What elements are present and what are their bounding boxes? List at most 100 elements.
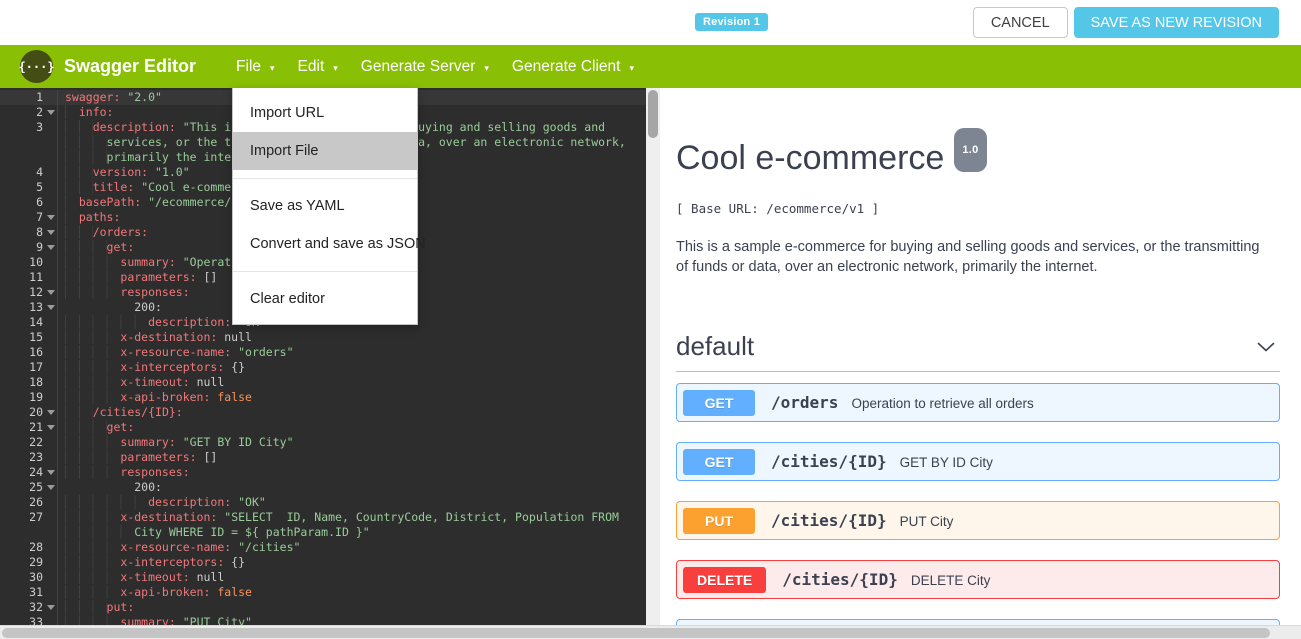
line-number-gutter: 1 (0, 90, 58, 105)
editor-line-21[interactable]: 21 get: (0, 420, 646, 435)
operation-row-put-cities-id[interactable]: PUT/cities/{ID}PUT City (676, 501, 1280, 540)
token-plain (65, 435, 120, 449)
editor-line-16[interactable]: 16 x-resource-name: "orders" (0, 345, 646, 360)
fold-toggle-icon[interactable] (44, 425, 57, 430)
line-number: 3 (0, 120, 44, 135)
fold-toggle-icon[interactable] (44, 485, 57, 490)
menu-generate-server[interactable]: Generate Server ▾ (361, 58, 489, 76)
token-key: get: (107, 240, 135, 254)
token-str: "orders" (238, 345, 293, 359)
chevron-down-icon[interactable] (1256, 337, 1276, 357)
section-header-default[interactable]: default (676, 331, 1280, 372)
line-number: 18 (0, 375, 44, 390)
token-plain (176, 120, 183, 134)
operation-row-get-orders[interactable]: GET/ordersOperation to retrieve all orde… (676, 383, 1280, 422)
line-number-gutter: 17 (0, 360, 58, 375)
editor-line-28[interactable]: 28 x-resource-name: "/cities" (0, 540, 646, 555)
line-number-gutter: 6 (0, 195, 58, 210)
fold-toggle-icon[interactable] (44, 230, 57, 235)
token-plain (65, 495, 148, 509)
editor-line-22[interactable]: 22 summary: "GET BY ID City" (0, 435, 646, 450)
token-plain (65, 570, 120, 584)
menu-item-import-file[interactable]: Import File (233, 132, 417, 170)
code-text: 200: (58, 300, 162, 315)
code-text: City WHERE ID = ${ pathParam.ID }" (58, 525, 370, 540)
code-text: x-interceptors: {} (58, 555, 245, 570)
fold-toggle-icon[interactable] (44, 245, 57, 250)
token-key: x-destination: (120, 330, 217, 344)
editor-line-19[interactable]: 19 x-api-broken: false (0, 390, 646, 405)
token-plain: 200: (65, 300, 162, 314)
editor-line-30[interactable]: 30 x-timeout: null (0, 570, 646, 585)
menu-item-clear-editor[interactable]: Clear editor (233, 280, 417, 318)
editor-line-18[interactable]: 18 x-timeout: null (0, 375, 646, 390)
operation-path: /cities/{ID} (771, 452, 887, 471)
token-const: false (217, 585, 252, 599)
menu-item-convert-and-save-as-json[interactable]: Convert and save as JSON (233, 225, 417, 263)
menu-edit[interactable]: Edit ▾ (298, 58, 338, 76)
token-key: swagger: (65, 90, 120, 104)
token-plain: null (190, 570, 225, 584)
fold-toggle-icon[interactable] (44, 305, 57, 310)
editor-line-27[interactable]: 27 x-destination: "SELECT ID, Name, Coun… (0, 510, 646, 525)
token-plain (176, 615, 183, 625)
fold-toggle-icon[interactable] (44, 215, 57, 220)
menu-file[interactable]: File ▾ (236, 58, 275, 76)
editor-line-24[interactable]: 24 responses: (0, 465, 646, 480)
cancel-button[interactable]: CANCEL (973, 7, 1068, 38)
fold-toggle-icon[interactable] (44, 290, 57, 295)
token-key: responses: (120, 465, 189, 479)
line-number-gutter: 22 (0, 435, 58, 450)
menu-item-import-url[interactable]: Import URL (233, 94, 417, 132)
editor-line-32[interactable]: 32 put: (0, 600, 646, 615)
line-number-gutter: 19 (0, 390, 58, 405)
fold-toggle-icon[interactable] (44, 410, 57, 415)
app-header: {···} Swagger Editor File ▾ Edit ▾ Gener… (0, 45, 1301, 88)
editor-line-wrap-29[interactable]: City WHERE ID = ${ pathParam.ID }" (0, 525, 646, 540)
line-number: 1 (0, 90, 44, 105)
code-text: responses: (58, 285, 190, 300)
operation-row-get-cities-id[interactable]: GET/cities/{ID}GET BY ID City (676, 442, 1280, 481)
editor-line-23[interactable]: 23 parameters: [] (0, 450, 646, 465)
token-key: parameters: (120, 270, 196, 284)
horizontal-scrollbar-thumb[interactable] (2, 628, 1270, 638)
editor-vertical-scrollbar-thumb[interactable] (648, 90, 658, 138)
code-text: basePath: "/ecommerce/v1" (58, 195, 252, 210)
editor-line-15[interactable]: 15 x-destination: null (0, 330, 646, 345)
editor-line-17[interactable]: 17 x-interceptors: {} (0, 360, 646, 375)
line-number: 31 (0, 585, 44, 600)
line-number: 28 (0, 540, 44, 555)
editor-line-20[interactable]: 20 /cities/{ID}: (0, 405, 646, 420)
editor-vertical-scrollbar[interactable] (646, 88, 660, 625)
api-title-text: Cool e-commerce (676, 139, 944, 177)
token-plain (65, 210, 79, 224)
line-number: 20 (0, 405, 44, 420)
editor-line-31[interactable]: 31 x-api-broken: false (0, 585, 646, 600)
token-key: summary: (120, 255, 175, 269)
fold-toggle-icon[interactable] (44, 605, 57, 610)
token-str: "PUT City" (183, 615, 252, 625)
caret-down-icon (47, 305, 55, 310)
token-key: x-api-broken: (120, 390, 210, 404)
horizontal-scrollbar[interactable] (0, 625, 1301, 639)
token-plain (65, 390, 120, 404)
token-key: basePath: (79, 195, 141, 209)
editor-line-25[interactable]: 25 200: (0, 480, 646, 495)
caret-down-icon: ▾ (270, 60, 275, 74)
editor-line-33[interactable]: 33 summary: "PUT City" (0, 615, 646, 625)
line-number-gutter: 26 (0, 495, 58, 510)
menu-generate-client[interactable]: Generate Client ▾ (512, 58, 634, 76)
menu-file-label: File (236, 58, 261, 76)
fold-toggle-icon[interactable] (44, 470, 57, 475)
code-text: put: (58, 600, 134, 615)
editor-line-26[interactable]: 26 description: "OK" (0, 495, 646, 510)
line-number: 13 (0, 300, 44, 315)
line-number: 21 (0, 420, 44, 435)
editor-line-29[interactable]: 29 x-interceptors: {} (0, 555, 646, 570)
fold-toggle-icon[interactable] (44, 110, 57, 115)
operation-row-delete-cities-id[interactable]: DELETE/cities/{ID}DELETE City (676, 560, 1280, 599)
menu-item-save-as-yaml[interactable]: Save as YAML (233, 187, 417, 225)
token-plain (65, 180, 93, 194)
save-as-new-revision-button[interactable]: SAVE AS NEW REVISION (1074, 7, 1279, 38)
token-key: x-timeout: (120, 570, 189, 584)
